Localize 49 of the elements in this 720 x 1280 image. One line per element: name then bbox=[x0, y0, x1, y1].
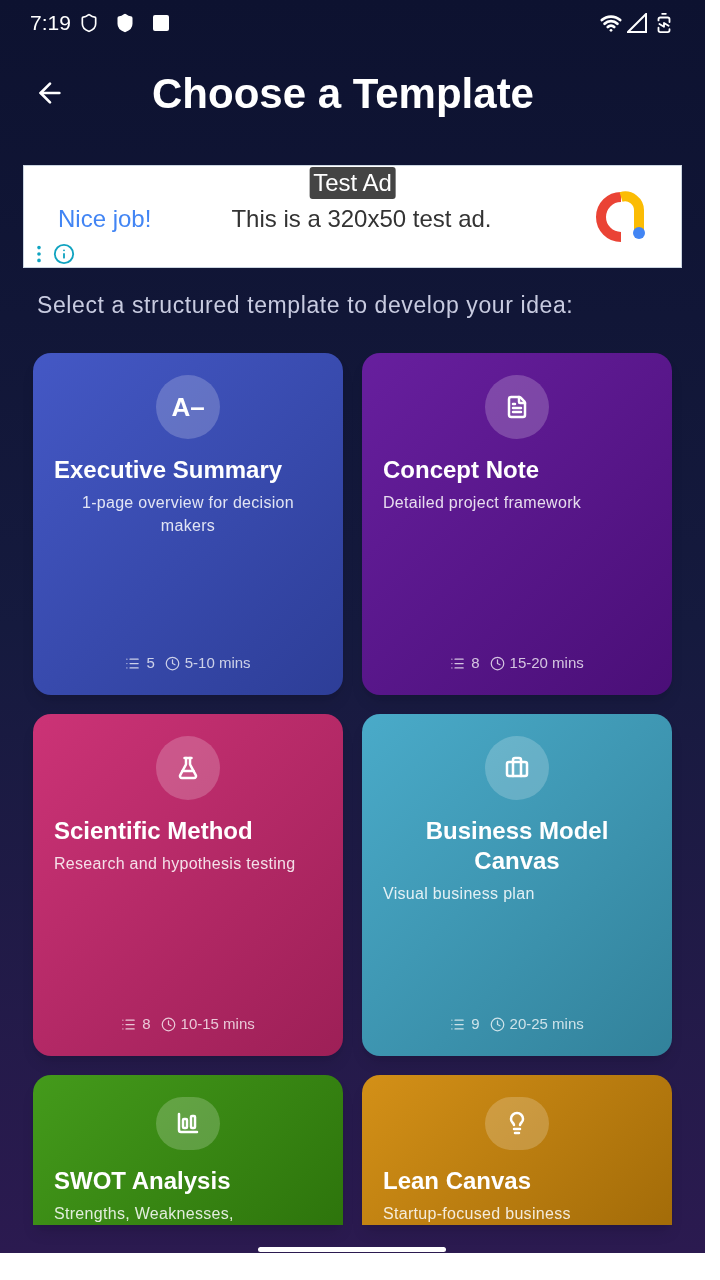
sections-icon bbox=[450, 1016, 466, 1032]
duration: 5-10 mins bbox=[184, 653, 251, 673]
signal-icon bbox=[627, 12, 647, 33]
duration: 20-25 mins bbox=[509, 1014, 584, 1034]
clock-icon bbox=[160, 1016, 176, 1032]
template-card[interactable]: Business Model Canvas Visual business plan 9 20-25 mins bbox=[362, 713, 672, 1056]
card-title: Scientific Method bbox=[54, 815, 253, 846]
ad-logo-icon bbox=[595, 190, 647, 243]
card-description: Research and hypothesis testing bbox=[54, 853, 296, 874]
card-title: Lean Canvas bbox=[383, 1165, 532, 1196]
sections-icon bbox=[125, 655, 141, 671]
template-card[interactable]: A– Executive Summary 1-page overview for decision makers 5 5-10 mins bbox=[33, 352, 343, 695]
template-card[interactable]: Scientific Method Research and hypothesis testing 8 10-15 mins bbox=[33, 713, 343, 1056]
card-description: Detailed project framework bbox=[383, 492, 582, 513]
summary-icon: A– bbox=[171, 393, 205, 420]
duration: 15-20 mins bbox=[509, 653, 584, 673]
duration: 10-15 mins bbox=[180, 1014, 255, 1034]
card-description: 1-page overview for decision makers bbox=[80, 492, 296, 536]
template-card[interactable]: Concept Note Detailed project framework 8 15-20 mins bbox=[362, 352, 672, 695]
card-description: Visual business plan bbox=[383, 883, 535, 904]
section-count: 8 bbox=[142, 1014, 151, 1034]
clock-icon bbox=[489, 1016, 505, 1032]
status-time: 7:19 bbox=[30, 9, 71, 36]
chart-icon bbox=[176, 1111, 200, 1135]
card-title: Business Model Canvas bbox=[424, 815, 610, 876]
page-title: Choose a Template bbox=[152, 68, 534, 119]
section-count: 9 bbox=[471, 1014, 480, 1034]
template-card[interactable]: SWOT Analysis Strengths, Weaknesses, bbox=[33, 1074, 343, 1225]
card-title: Executive Summary bbox=[54, 454, 283, 485]
briefcase-icon bbox=[505, 755, 529, 780]
ad-headline: Nice job! bbox=[58, 203, 152, 234]
sections-icon bbox=[450, 655, 466, 671]
sections-icon bbox=[121, 1016, 137, 1032]
card-title: SWOT Analysis bbox=[54, 1165, 231, 1196]
ad-text: This is a 320x50 test ad. bbox=[231, 203, 492, 234]
ad-banner[interactable]: Test Ad Nice job! This is a 320x50 test ad. bbox=[23, 165, 682, 268]
card-title: Concept Note bbox=[383, 454, 539, 485]
ad-badge: Test Ad bbox=[309, 167, 396, 199]
subtitle: Select a structured template to develop your idea: bbox=[37, 291, 575, 320]
flask-icon bbox=[176, 755, 200, 780]
info-icon[interactable] bbox=[53, 243, 75, 265]
template-card[interactable]: Lean Canvas Startup-focused business bbox=[362, 1074, 672, 1225]
card-description: Startup-focused business bbox=[383, 1203, 571, 1224]
section-count: 5 bbox=[146, 653, 155, 673]
section-count: 8 bbox=[471, 653, 480, 673]
card-description: Strengths, Weaknesses, bbox=[54, 1203, 234, 1224]
document-icon bbox=[505, 394, 529, 419]
clock-icon bbox=[489, 655, 505, 671]
clock-icon bbox=[164, 655, 180, 671]
